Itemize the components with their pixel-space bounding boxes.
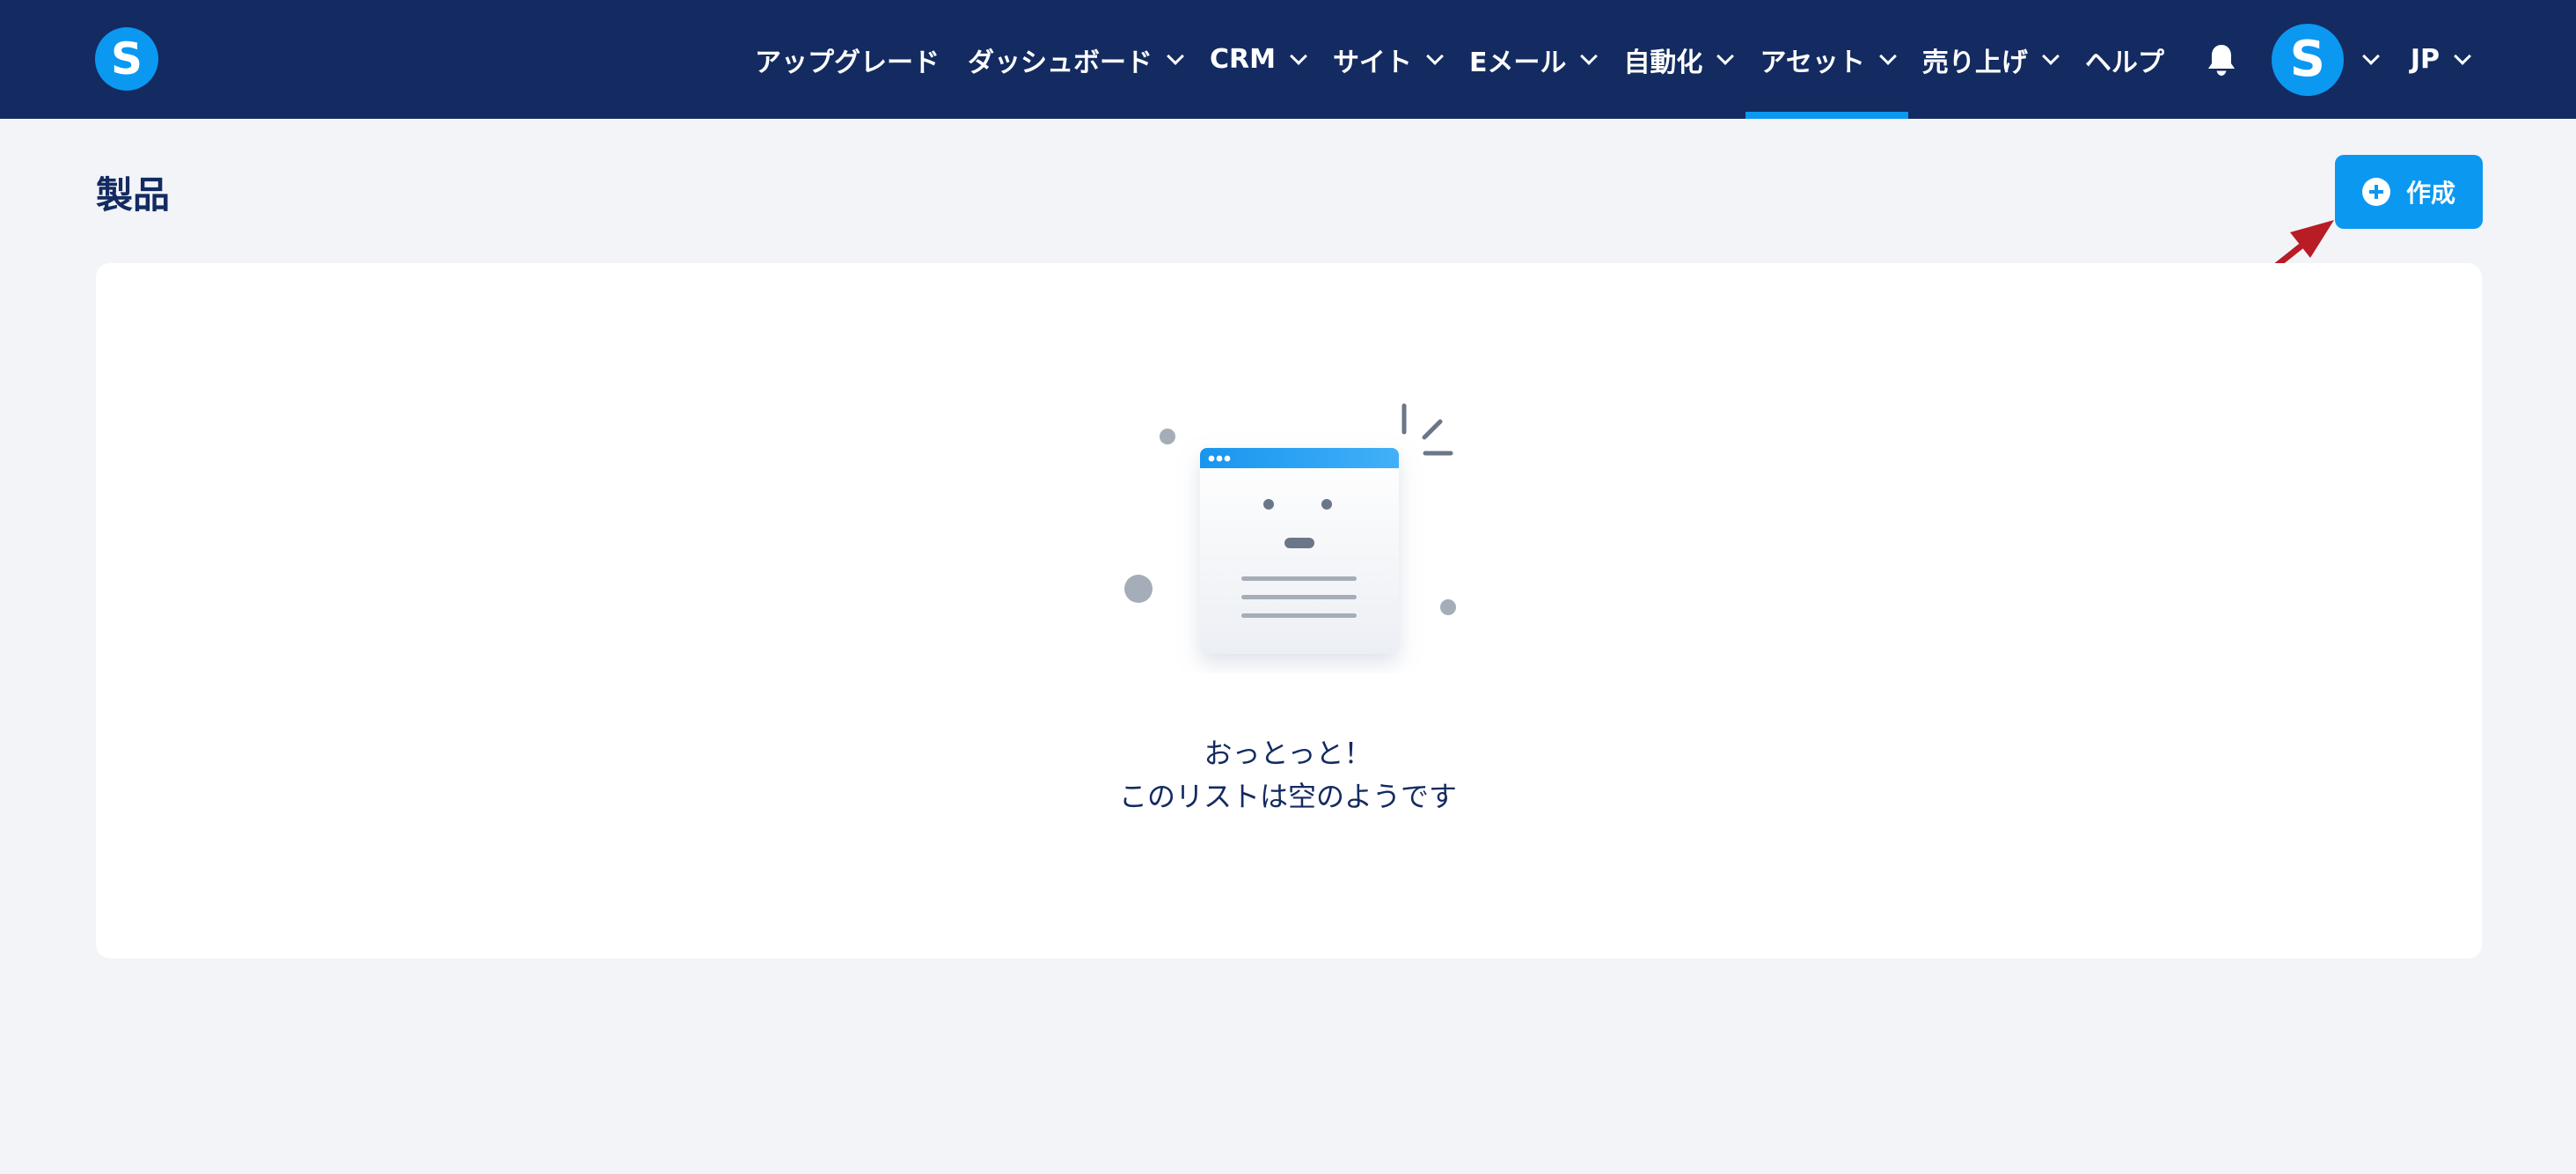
app-logo[interactable]: S [95, 27, 158, 91]
nav-sales[interactable]: 売り上げ [1908, 0, 2071, 119]
nav-dashboard[interactable]: ダッシュボード [954, 0, 1196, 119]
notifications-button[interactable] [2178, 0, 2259, 119]
empty-state-line-1: おっとっと！ [1204, 737, 1372, 770]
account-menu[interactable]: S [2259, 0, 2384, 119]
chevron-down-icon [1878, 47, 1897, 65]
nav-sites[interactable]: サイト [1319, 0, 1455, 119]
chevron-down-icon [1167, 47, 1184, 65]
nav-dashboard-label: ダッシュボード [967, 47, 1153, 78]
create-button-label: 作成 [2405, 179, 2455, 208]
nav-email-label: Eメール [1468, 47, 1567, 78]
nav-help-label: ヘルプ [2084, 47, 2164, 78]
top-navigation-bar: S アップグレード ダッシュボード CRM サイト Eメール 自動化 アセット [0, 0, 2576, 119]
chevron-down-icon [1290, 47, 1307, 65]
avatar: S [2271, 23, 2344, 96]
create-button[interactable]: 作成 [2335, 155, 2483, 229]
page-title: 製品 [96, 173, 171, 216]
chevron-down-icon [1580, 47, 1599, 65]
nav-email[interactable]: Eメール [1455, 0, 1610, 119]
nav-crm-label: CRM [1209, 44, 1276, 75]
chevron-down-icon [2361, 47, 2380, 65]
empty-state-message: おっとっと！ このリストは空のようです [0, 732, 2576, 818]
nav-sites-label: サイト [1332, 47, 1412, 78]
nav-automation[interactable]: 自動化 [1609, 0, 1745, 119]
language-selector[interactable]: JP [2384, 0, 2483, 119]
nav-assets[interactable]: アセット [1745, 0, 1909, 119]
nav-automation-label: 自動化 [1623, 47, 1703, 78]
nav-crm[interactable]: CRM [1196, 0, 1319, 119]
chevron-down-icon [2041, 47, 2060, 65]
chevron-down-icon [1716, 47, 1735, 65]
language-label: JP [2410, 44, 2440, 75]
empty-state-line-2: このリストは空のようです [1118, 780, 1457, 813]
chevron-down-icon [2454, 47, 2471, 65]
main-nav: アップグレード ダッシュボード CRM サイト Eメール 自動化 アセット 売り… [741, 0, 2483, 119]
nav-help[interactable]: ヘルプ [2071, 0, 2178, 119]
plus-circle-icon [2361, 178, 2390, 206]
nav-assets-label: アセット [1760, 47, 1865, 78]
empty-list-illustration [1124, 403, 1456, 654]
nav-upgrade-label: アップグレード [754, 47, 940, 78]
bell-icon [2207, 44, 2235, 76]
nav-upgrade[interactable]: アップグレード [741, 0, 954, 119]
chevron-down-icon [1426, 47, 1444, 65]
logo-letter: S [110, 33, 143, 84]
nav-sales-label: 売り上げ [1921, 47, 2028, 78]
avatar-letter: S [2289, 31, 2326, 88]
